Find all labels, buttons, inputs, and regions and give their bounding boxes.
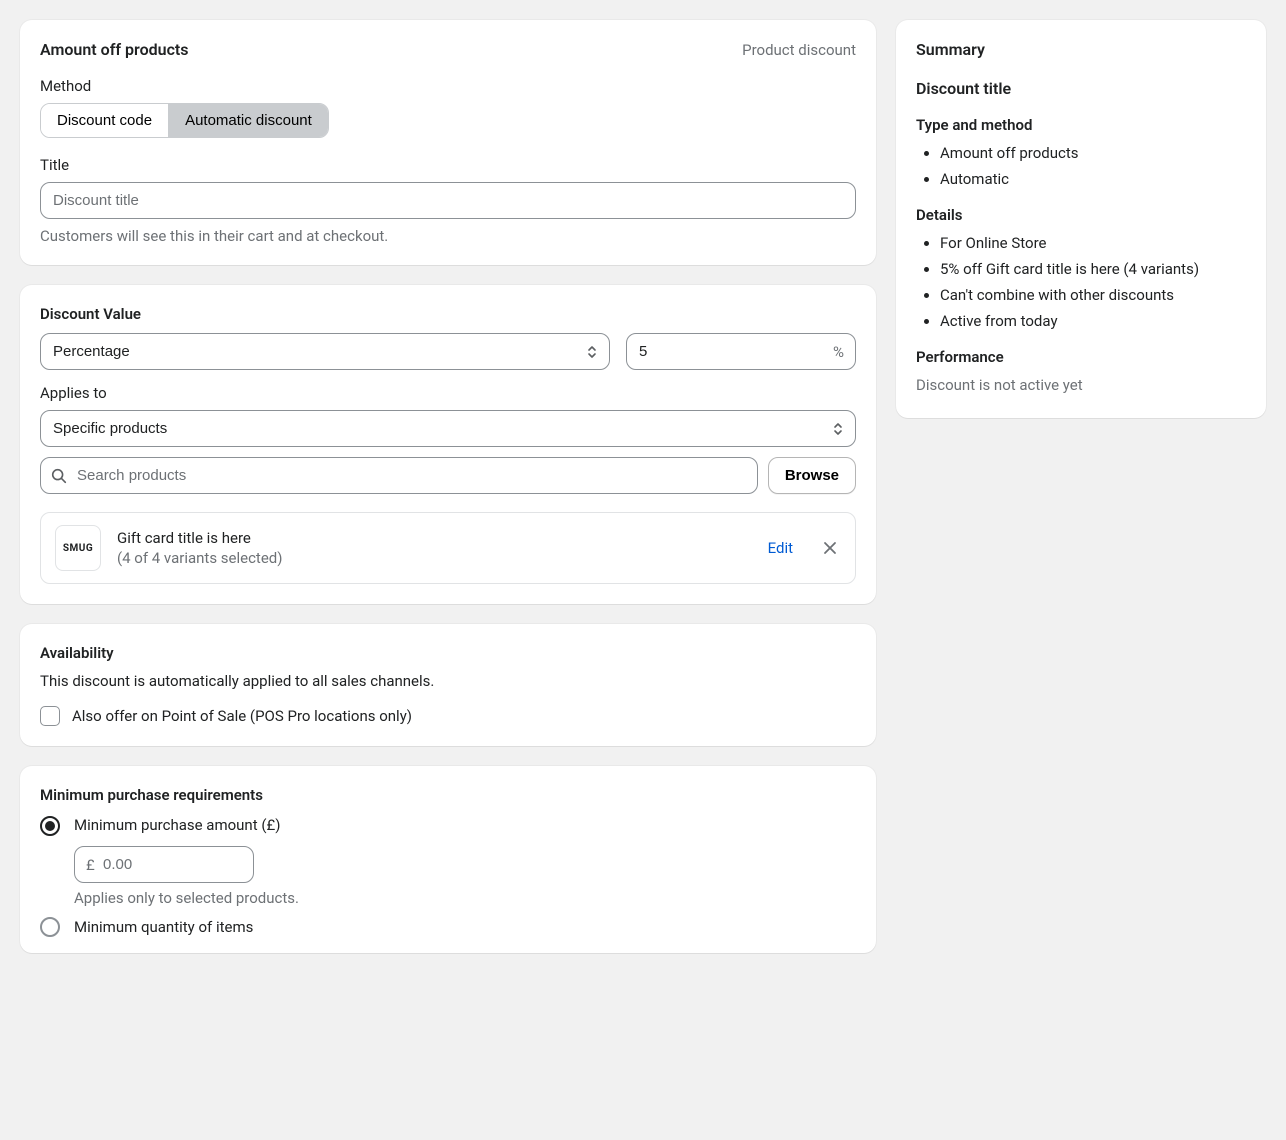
applies-to-label: Applies to [40, 384, 856, 402]
search-products-wrap [40, 457, 758, 494]
product-title: Gift card title is here [117, 529, 752, 547]
currency-prefix: £ [86, 856, 95, 874]
min-purchase-heading: Minimum purchase requirements [40, 786, 856, 804]
summary-details-list: For Online Store 5% off Gift card title … [916, 234, 1246, 330]
title-help-text: Customers will see this in their cart an… [40, 227, 856, 245]
method-segmented-control: Discount code Automatic discount [40, 103, 329, 138]
value-type-select-wrap: Percentage [40, 333, 610, 370]
value-amount-wrap: % [626, 333, 856, 370]
card-summary: Summary Discount title Type and method A… [896, 20, 1266, 418]
summary-list-item: Active from today [940, 312, 1246, 330]
product-meta: Gift card title is here (4 of 4 variants… [117, 529, 752, 567]
search-icon [50, 467, 68, 485]
radio-min-qty-label: Minimum quantity of items [74, 918, 253, 936]
summary-list-item: Automatic [940, 170, 1246, 188]
radio-min-amount-label: Minimum purchase amount (£) [74, 816, 280, 834]
method-option-discount-code[interactable]: Discount code [41, 104, 169, 137]
browse-button[interactable]: Browse [768, 457, 856, 494]
discount-value-heading: Discount Value [40, 305, 856, 323]
pos-checkbox-label: Also offer on Point of Sale (POS Pro loc… [72, 707, 412, 725]
summary-type-method-heading: Type and method [916, 116, 1246, 134]
summary-list-item: 5% off Gift card title is here (4 varian… [940, 260, 1246, 278]
method-option-automatic[interactable]: Automatic discount [169, 104, 328, 137]
title-label: Title [40, 156, 856, 174]
percent-suffix: % [833, 343, 844, 361]
min-amount-input[interactable] [74, 846, 254, 883]
edit-product-link[interactable]: Edit [768, 539, 793, 557]
summary-type-method-list: Amount off products Automatic [916, 144, 1246, 188]
availability-heading: Availability [40, 644, 856, 662]
applies-to-select[interactable]: Specific products [40, 410, 856, 447]
card-availability: Availability This discount is automatica… [20, 624, 876, 746]
summary-discount-title: Discount title [916, 79, 1246, 98]
product-variants-label: (4 of 4 variants selected) [117, 549, 752, 567]
availability-description: This discount is automatically applied t… [40, 672, 856, 690]
applies-to-select-wrap: Specific products [40, 410, 856, 447]
summary-list-item: Can't combine with other discounts [940, 286, 1246, 304]
selected-product-row: SMUG Gift card title is here (4 of 4 var… [40, 512, 856, 584]
page-title: Amount off products [40, 40, 189, 59]
card-header: Amount off products Product discount [40, 40, 856, 59]
summary-heading: Summary [916, 40, 1246, 59]
card-amount-off: Amount off products Product discount Met… [20, 20, 876, 265]
pos-checkbox[interactable] [40, 706, 60, 726]
radio-min-qty[interactable] [40, 917, 60, 937]
remove-product-icon[interactable] [809, 537, 841, 559]
summary-performance-heading: Performance [916, 348, 1246, 366]
discount-type-label: Product discount [742, 41, 856, 59]
summary-list-item: Amount off products [940, 144, 1246, 162]
card-discount-value: Discount Value Percentage % Applies to [20, 285, 876, 604]
card-min-purchase: Minimum purchase requirements Minimum pu… [20, 766, 876, 953]
radio-min-amount[interactable] [40, 816, 60, 836]
value-type-select[interactable]: Percentage [40, 333, 610, 370]
product-thumbnail: SMUG [55, 525, 101, 571]
method-label: Method [40, 77, 856, 95]
min-amount-help: Applies only to selected products. [74, 889, 856, 907]
title-input[interactable] [40, 182, 856, 219]
value-amount-input[interactable] [626, 333, 856, 370]
search-products-input[interactable] [40, 457, 758, 494]
summary-performance-text: Discount is not active yet [916, 376, 1246, 394]
summary-details-heading: Details [916, 206, 1246, 224]
summary-list-item: For Online Store [940, 234, 1246, 252]
